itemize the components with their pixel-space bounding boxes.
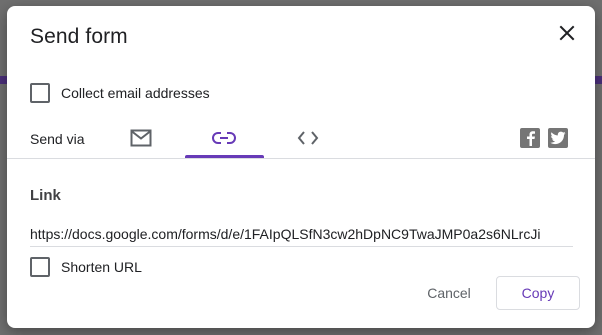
tab-link[interactable] bbox=[185, 117, 263, 159]
email-icon bbox=[130, 129, 152, 147]
facebook-icon bbox=[527, 131, 535, 146]
tab-embed[interactable] bbox=[269, 117, 347, 159]
collect-email-checkbox[interactable] bbox=[30, 83, 50, 103]
link-section-label: Link bbox=[30, 187, 61, 204]
send-via-label: Send via bbox=[30, 131, 85, 147]
close-button[interactable] bbox=[555, 21, 579, 45]
tab-divider bbox=[7, 158, 595, 159]
link-icon bbox=[212, 132, 236, 144]
send-form-dialog: Send form Collect email addresses Send v… bbox=[7, 6, 595, 328]
copy-button[interactable]: Copy bbox=[496, 276, 580, 310]
twitter-share-button[interactable] bbox=[548, 128, 568, 148]
collect-email-label: Collect email addresses bbox=[61, 85, 210, 101]
background-page-accent-right bbox=[594, 76, 602, 84]
cancel-button[interactable]: Cancel bbox=[414, 276, 484, 310]
shorten-url-checkbox[interactable] bbox=[30, 257, 50, 277]
embed-code-icon bbox=[297, 131, 319, 145]
link-url-field[interactable] bbox=[30, 222, 573, 247]
twitter-icon bbox=[550, 131, 566, 145]
facebook-share-button[interactable] bbox=[520, 128, 540, 148]
close-icon bbox=[559, 25, 575, 41]
shorten-url-label: Shorten URL bbox=[61, 259, 142, 275]
tab-email[interactable] bbox=[102, 117, 180, 159]
dialog-title: Send form bbox=[30, 25, 128, 48]
